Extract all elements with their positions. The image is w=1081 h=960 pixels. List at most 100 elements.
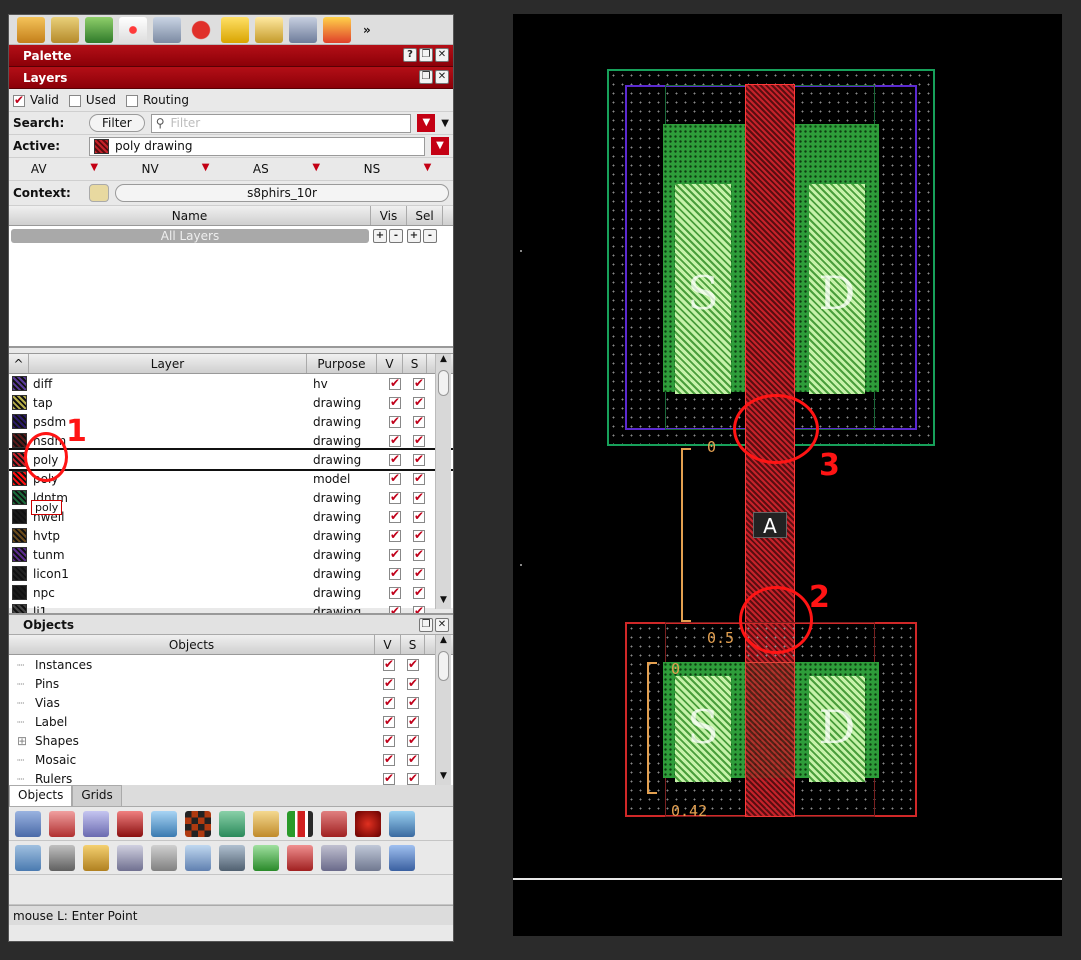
active-layer-select[interactable]: poly drawing [89, 136, 425, 156]
sel-column-header[interactable]: Sel [407, 206, 443, 225]
layer-selectable-checkbox[interactable] [413, 471, 425, 485]
object-row[interactable]: ┈ Label [9, 712, 453, 731]
layer-visible-checkbox[interactable] [389, 528, 401, 542]
lock-icon[interactable] [89, 184, 109, 202]
group-icon[interactable] [219, 810, 245, 837]
layer-selectable-checkbox[interactable] [413, 585, 425, 599]
object-row[interactable]: ┈ Rulers [9, 769, 453, 788]
object-row[interactable]: ┈ Instances [9, 655, 453, 674]
search-input[interactable]: ⚲ Filter [150, 113, 412, 133]
ns-button[interactable]: NS ▼ [342, 162, 453, 176]
purpose-column-header[interactable]: Purpose [307, 354, 377, 373]
object-visible-checkbox[interactable] [383, 714, 395, 728]
object-visible-checkbox[interactable] [383, 676, 395, 690]
layout-icon[interactable] [389, 810, 415, 837]
help-icon[interactable]: ? [403, 48, 417, 62]
layer-visible-checkbox[interactable] [389, 585, 401, 599]
layer-column-header[interactable]: Layer [29, 354, 307, 373]
context-select[interactable]: s8phirs_10r [115, 184, 449, 202]
av-button[interactable]: AV ▼ [9, 162, 120, 176]
vis-column-header[interactable]: Vis [371, 206, 407, 225]
person-icon[interactable] [83, 844, 109, 871]
envelope-icon[interactable] [185, 844, 211, 871]
objects-column-header[interactable]: Objects [9, 635, 375, 654]
probe-icon[interactable] [289, 16, 317, 43]
sel-plus-button[interactable]: + [407, 229, 421, 243]
error-warning-icon[interactable] [323, 16, 351, 43]
chip-icon[interactable] [117, 810, 143, 837]
nv-button[interactable]: NV ▼ [120, 162, 231, 176]
filter-button[interactable]: Filter [89, 114, 145, 132]
warning-icon[interactable] [221, 16, 249, 43]
layer-selectable-checkbox[interactable] [413, 547, 425, 561]
crosshair-icon[interactable] [119, 16, 147, 43]
layer-selectable-checkbox[interactable] [413, 509, 425, 523]
layer-row[interactable]: diff hv [9, 374, 453, 393]
layer-visible-checkbox[interactable] [389, 566, 401, 580]
v-column-header[interactable]: V [377, 354, 403, 373]
select-tool-icon[interactable] [17, 16, 45, 43]
cell-icon[interactable] [83, 810, 109, 837]
search-dropdown-icon[interactable]: ▼ [417, 114, 436, 132]
zoom-tool-icon[interactable] [153, 16, 181, 43]
vis-minus-button[interactable]: - [389, 229, 403, 243]
compare-icon[interactable] [355, 844, 381, 871]
layer-row[interactable]: ldntm drawing [9, 488, 453, 507]
object-visible-checkbox[interactable] [383, 771, 395, 785]
netlist-icon[interactable] [15, 844, 41, 871]
object-selectable-checkbox[interactable] [407, 771, 419, 785]
layer-selectable-checkbox[interactable] [413, 414, 425, 428]
close-icon[interactable]: ✕ [435, 70, 449, 84]
objects-v-column-header[interactable]: V [375, 635, 401, 654]
layer-visible-checkbox[interactable] [389, 395, 401, 409]
add-folder-icon[interactable] [253, 810, 279, 837]
vis-plus-button[interactable]: + [373, 229, 387, 243]
probe-tool-icon[interactable] [117, 844, 143, 871]
name-column-header[interactable]: Name [9, 206, 371, 225]
all-layers-row[interactable]: All Layers + - + - [9, 226, 453, 246]
move-tool-icon[interactable] [85, 16, 113, 43]
ladder-icon[interactable] [321, 810, 347, 837]
table-icon[interactable] [321, 844, 347, 871]
layer-list-scrollbar[interactable]: ▲ ▼ [435, 354, 451, 609]
layer-visible-checkbox[interactable] [389, 509, 401, 523]
object-visible-checkbox[interactable] [383, 657, 395, 671]
bar-chart-icon[interactable] [287, 810, 313, 837]
s-column-header[interactable]: S [403, 354, 427, 373]
funnel-icon[interactable] [287, 844, 313, 871]
checker-icon[interactable] [185, 810, 211, 837]
grid-icon[interactable] [219, 844, 245, 871]
layer-selectable-checkbox[interactable] [413, 433, 425, 447]
layer-selectable-checkbox[interactable] [413, 528, 425, 542]
layer-row[interactable]: licon1 drawing [9, 564, 453, 583]
sort-icon[interactable]: ^ [9, 354, 29, 373]
layer-selectable-checkbox[interactable] [413, 490, 425, 504]
object-visible-checkbox[interactable] [383, 752, 395, 766]
layer-visible-checkbox[interactable] [389, 471, 401, 485]
routing-checkbox[interactable]: Routing [125, 93, 189, 107]
layer-selectable-checkbox[interactable] [413, 395, 425, 409]
objects-s-column-header[interactable]: S [401, 635, 425, 654]
layout-canvas[interactable]: S D A S D 0 0.5 0 0.42 3 2 [513, 14, 1062, 936]
object-row[interactable]: ⊞ Shapes [9, 731, 453, 750]
used-checkbox[interactable]: Used [68, 93, 116, 107]
object-visible-checkbox[interactable] [383, 733, 395, 747]
layer-visible-checkbox[interactable] [389, 433, 401, 447]
close-icon[interactable]: ✕ [435, 618, 449, 632]
pins-icon[interactable] [151, 810, 177, 837]
transfer-icon[interactable] [389, 844, 415, 871]
stop-icon[interactable] [187, 16, 215, 43]
tab-grids[interactable]: Grids [72, 785, 122, 806]
layer-selectable-checkbox[interactable] [413, 376, 425, 390]
toolbar-overflow-icon[interactable]: » [363, 23, 371, 37]
stack-icon[interactable] [49, 844, 75, 871]
layer-row[interactable]: poly model [9, 469, 453, 488]
layer-visible-checkbox[interactable] [389, 452, 401, 466]
tab-objects[interactable]: Objects [9, 785, 73, 806]
float-icon[interactable]: ❐ [419, 70, 433, 84]
layer-selectable-checkbox[interactable] [413, 452, 425, 466]
object-row[interactable]: ┈ Vias [9, 693, 453, 712]
float-icon[interactable]: ❐ [419, 48, 433, 62]
layer-visible-checkbox[interactable] [389, 490, 401, 504]
sel-minus-button[interactable]: - [423, 229, 437, 243]
